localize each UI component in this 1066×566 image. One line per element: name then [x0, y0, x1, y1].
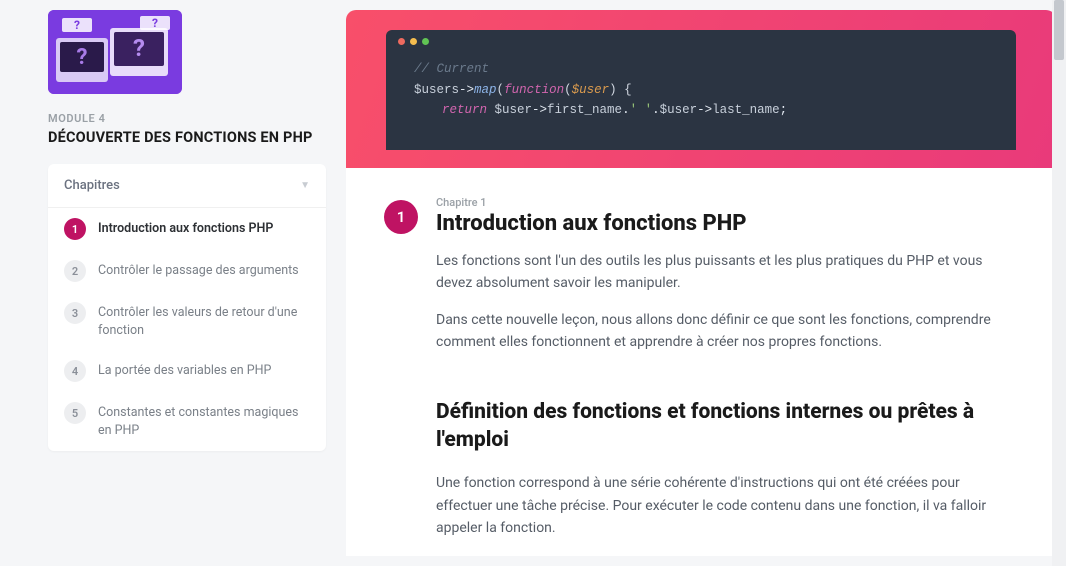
section-paragraph-1: Une fonction correspond à une série cohé… — [436, 472, 1008, 539]
article: 1 Chapitre 1 Introduction aux fonctions … — [346, 168, 1056, 556]
minimize-dot-icon — [410, 38, 417, 45]
chapter-item[interactable]: 1 Introduction aux fonctions PHP — [48, 208, 326, 250]
sidebar: ? ? ? ? MODULE 4 DÉCOUVERTE DES FONCTION… — [48, 10, 326, 556]
close-dot-icon — [398, 38, 405, 45]
svg-text:?: ? — [77, 45, 88, 70]
chapter-bullet: 3 — [64, 302, 86, 324]
section-paragraph-2: Nous avons déjà croisé des fonctions dan… — [436, 553, 1008, 556]
module-thumbnail: ? ? ? ? — [48, 10, 182, 94]
chapter-item[interactable]: 5 Constantes et constantes magiques en PH… — [48, 392, 326, 450]
module-title: DÉCOUVERTE DES FONCTIONS EN PHP — [48, 129, 326, 146]
code-comment: // Current — [414, 62, 489, 76]
chapters-list: 1 Introduction aux fonctions PHP 2 Contrôle… — [48, 208, 326, 451]
code-banner: // Current $users->map(function($user) {… — [346, 10, 1056, 168]
chapter-title: Introduction aux fonctions PHP — [436, 211, 1008, 236]
section-title: Définition des fonctions et fonctions in… — [436, 398, 1008, 455]
chapter-item[interactable]: 4 La portée des variables en PHP — [48, 350, 326, 392]
code-window: // Current $users->map(function($user) {… — [386, 30, 1016, 150]
svg-text:?: ? — [152, 16, 158, 30]
scrollbar-thumb[interactable] — [1054, 0, 1064, 60]
chapter-eyebrow: Chapitre 1 — [436, 196, 1008, 209]
chapter-number-badge: 1 — [384, 200, 418, 234]
vertical-scrollbar[interactable] — [1052, 0, 1066, 566]
chapter-bullet: 5 — [64, 402, 86, 424]
chapter-bullet: 2 — [64, 260, 86, 282]
chapter-label: Constantes et constantes magiques en PHP — [98, 402, 310, 440]
chapter-item[interactable]: 3 Contrôler les valeurs de retour d'une f… — [48, 292, 326, 350]
chapter-item[interactable]: 2 Contrôler le passage des arguments — [48, 250, 326, 292]
chapter-bullet: 4 — [64, 360, 86, 382]
chapters-header-label: Chapitres — [64, 178, 120, 193]
main-content: // Current $users->map(function($user) {… — [346, 10, 1056, 556]
code-body: // Current $users->map(function($user) {… — [386, 51, 1016, 121]
chevron-down-icon: ▼ — [300, 180, 310, 191]
chapters-toggle[interactable]: Chapitres ▼ — [48, 164, 326, 208]
chapter-bullet: 1 — [64, 218, 86, 240]
svg-text:?: ? — [133, 34, 145, 62]
chapter-label: Contrôler le passage des arguments — [98, 260, 299, 280]
window-controls — [386, 38, 1016, 51]
chapter-label: Contrôler les valeurs de retour d'une fo… — [98, 302, 310, 340]
chapter-label: La portée des variables en PHP — [98, 360, 271, 380]
chapters-card: Chapitres ▼ 1 Introduction aux fonctions … — [48, 164, 326, 451]
module-label: MODULE 4 — [48, 112, 326, 125]
intro-paragraph-2: Dans cette nouvelle leçon, nous allons d… — [436, 309, 1008, 354]
chapter-label: Introduction aux fonctions PHP — [98, 218, 273, 238]
maximize-dot-icon — [422, 38, 429, 45]
intro-paragraph-1: Les fonctions sont l'un des outils les p… — [436, 250, 1008, 295]
svg-text:?: ? — [74, 18, 80, 32]
